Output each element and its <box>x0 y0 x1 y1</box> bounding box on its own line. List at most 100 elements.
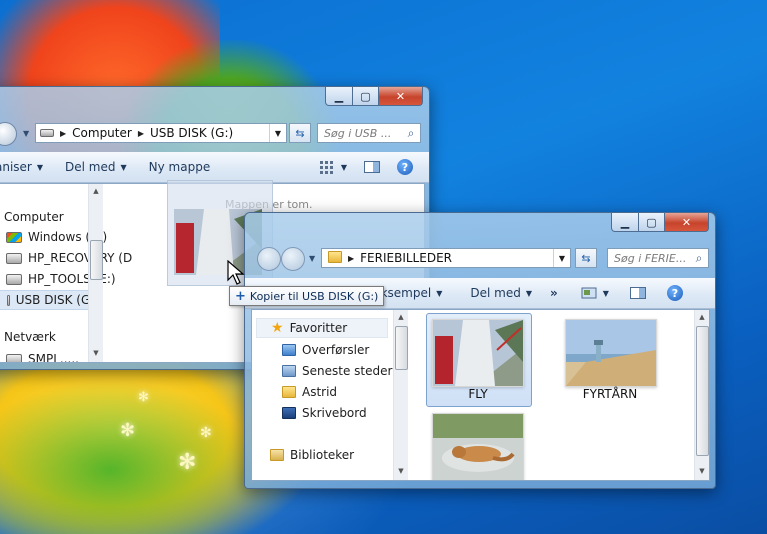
search-placeholder: Søg i USB ... <box>324 126 392 140</box>
help-icon: ? <box>397 159 413 175</box>
sparkle-icon: ✻ <box>138 390 149 405</box>
view-options-button[interactable]: ▼ <box>310 160 355 174</box>
close-button[interactable]: ✕ <box>665 213 709 232</box>
nav-scrollbar[interactable]: ▲ ▼ <box>393 310 408 480</box>
nav-item-network-computer[interactable]: SMPL..... <box>6 352 79 362</box>
preview-pane-icon <box>364 161 380 173</box>
search-input[interactable]: Søg i FERIE... ⌕ <box>607 248 709 268</box>
wallpaper-green-pane-2 <box>0 380 260 534</box>
nav-item-label: Overførsler <box>302 343 370 357</box>
refresh-icon: ⇆ <box>295 126 305 140</box>
scroll-thumb[interactable] <box>395 326 408 370</box>
file-name-fly: FLY <box>468 387 488 401</box>
forward-button[interactable] <box>281 247 305 271</box>
minimize-button[interactable]: ▁ <box>611 213 639 232</box>
scroll-down-arrow[interactable]: ▼ <box>695 464 709 478</box>
preview-pane-button[interactable] <box>355 160 389 174</box>
chevron-down-icon[interactable]: ▼ <box>23 129 29 138</box>
breadcrumb-feriebilleder[interactable]: FERIEBILLEDER <box>356 251 456 265</box>
drag-copy-tooltip: + Kopier til USB DISK (G:) <box>229 286 385 306</box>
folder-icon <box>282 386 296 398</box>
photo-lighthouse <box>566 320 656 386</box>
back-button[interactable] <box>257 247 281 271</box>
address-bar[interactable]: ▶ Computer ▶ USB DISK (G:) ▼ <box>35 123 287 143</box>
nav-item-hp-recovery[interactable]: HP_RECOVERY (D <box>6 251 132 265</box>
breadcrumb-usb-disk[interactable]: USB DISK (G:) <box>146 126 237 140</box>
nav-item-usb-disk[interactable]: USB DISK (G:) <box>0 290 100 310</box>
share-button[interactable]: Del med ▼ <box>450 286 540 300</box>
explorer-window-feriebilleder[interactable]: ▁ ▢ ✕ ▼ ▶ FERIEBILLEDER ▼ ⇆ Søg i FERIE.… <box>244 212 716 489</box>
chevron-down-icon: ▼ <box>36 162 44 172</box>
command-bar: aniser ▼ Del med ▼ Ny mappe ▼ <box>0 152 429 183</box>
mouse-cursor-icon <box>227 260 245 285</box>
nav-item-desktop[interactable]: Skrivebord <box>282 406 367 420</box>
preview-pane-button[interactable] <box>617 286 655 300</box>
nav-item-libraries[interactable]: Biblioteker <box>270 448 354 462</box>
close-button[interactable]: ✕ <box>379 87 423 106</box>
nav-item-label: Computer <box>4 210 64 224</box>
help-button[interactable]: ? <box>655 285 691 301</box>
drive-icon <box>36 126 58 140</box>
scroll-thumb[interactable] <box>696 326 709 456</box>
address-dropdown-button[interactable]: ▼ <box>269 124 286 142</box>
share-label: Del med <box>65 160 116 174</box>
caption-buttons: ▁ ▢ ✕ <box>325 87 423 106</box>
search-icon[interactable]: ⌕ <box>690 251 708 266</box>
refresh-button[interactable]: ⇆ <box>575 248 597 268</box>
nav-item-label: Skrivebord <box>302 406 367 420</box>
nav-item-network[interactable]: Netværk <box>4 330 56 344</box>
minimize-icon: ▁ <box>334 89 344 103</box>
scroll-up-arrow[interactable]: ▲ <box>394 310 408 324</box>
thumbnail-fyrtaarn[interactable] <box>565 319 657 387</box>
nav-scrollbar[interactable]: ▲ ▼ <box>88 184 103 362</box>
recent-places-icon <box>282 365 296 377</box>
scroll-down-arrow[interactable]: ▼ <box>394 464 408 478</box>
nav-item-computer[interactable]: Computer <box>4 210 64 224</box>
minimize-icon: ▁ <box>620 215 630 229</box>
refresh-button[interactable]: ⇆ <box>289 123 311 143</box>
chevron-right-icon[interactable]: ▶ <box>58 129 68 138</box>
usb-drive-icon <box>7 294 10 306</box>
chevron-down-icon: ▼ <box>525 288 532 298</box>
address-dropdown-button[interactable]: ▼ <box>553 249 570 267</box>
thumbnail-fly[interactable] <box>432 319 524 387</box>
scroll-thumb[interactable] <box>90 240 103 280</box>
back-button[interactable] <box>0 122 17 146</box>
sparkle-icon: ✻ <box>200 425 212 441</box>
caption-buttons: ▁ ▢ ✕ <box>611 213 709 232</box>
share-button[interactable]: Del med ▼ <box>51 160 135 174</box>
address-bar[interactable]: ▶ FERIEBILLEDER ▼ <box>321 248 571 268</box>
search-input[interactable]: Søg i USB ... ⌕ <box>317 123 421 143</box>
windows-drive-icon <box>6 231 22 243</box>
thumbnail-cat[interactable] <box>432 413 524 480</box>
maximize-button[interactable]: ▢ <box>353 87 379 106</box>
drive-icon <box>6 252 22 264</box>
minimize-button[interactable]: ▁ <box>325 87 353 106</box>
maximize-icon: ▢ <box>360 89 371 103</box>
maximize-button[interactable]: ▢ <box>639 213 665 232</box>
nav-item-astrid[interactable]: Astrid <box>282 385 337 399</box>
chevron-right-icon[interactable]: ▶ <box>136 129 146 138</box>
help-button[interactable]: ? <box>389 159 429 175</box>
nav-item-downloads[interactable]: Overførsler <box>282 343 369 357</box>
scroll-up-arrow[interactable]: ▲ <box>695 310 709 324</box>
nav-item-favorites[interactable]: ★ Favoritter <box>256 318 388 338</box>
scroll-up-arrow[interactable]: ▲ <box>89 184 103 198</box>
content-scrollbar[interactable]: ▲ ▼ <box>694 310 709 480</box>
more-commands-button[interactable]: » <box>540 286 566 300</box>
chevron-right-icon[interactable]: ▶ <box>346 254 356 263</box>
organize-button[interactable]: aniser ▼ <box>0 160 51 174</box>
breadcrumb-computer[interactable]: Computer <box>68 126 136 140</box>
view-grid-icon <box>319 161 333 174</box>
search-icon[interactable]: ⌕ <box>402 126 420 141</box>
nav-item-recent-places[interactable]: Seneste steder <box>282 364 392 378</box>
chevron-down-icon[interactable]: ▼ <box>309 254 315 263</box>
refresh-icon: ⇆ <box>581 251 591 265</box>
view-options-button[interactable]: ▼ <box>566 286 617 300</box>
desktop-icon <box>282 407 296 419</box>
scroll-down-arrow[interactable]: ▼ <box>89 346 103 360</box>
nav-item-label: Astrid <box>302 385 338 399</box>
close-icon: ✕ <box>681 215 692 229</box>
photo-cat <box>433 414 523 480</box>
new-folder-button[interactable]: Ny mappe <box>135 160 219 174</box>
